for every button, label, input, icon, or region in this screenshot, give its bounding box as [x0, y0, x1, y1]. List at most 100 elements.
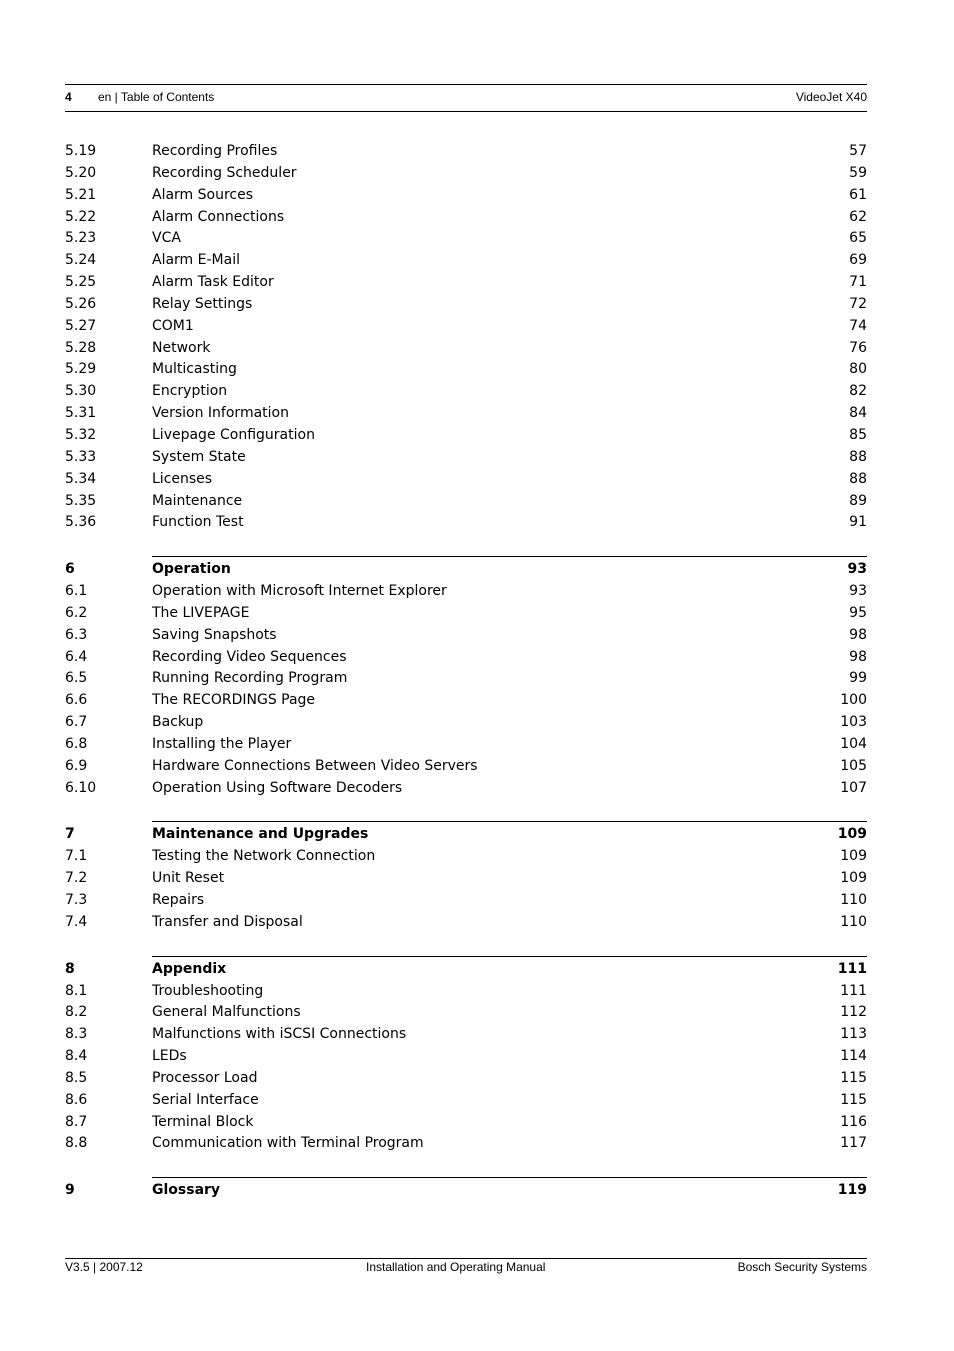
toc-entry[interactable]: 5.19 Recording Profiles 57 — [65, 141, 867, 163]
toc-entry-number: 8.3 — [65, 1026, 88, 1043]
toc-entry-page: 111 — [840, 982, 867, 999]
toc-entry-page: 82 — [849, 383, 867, 400]
toc-chapter-row[interactable]: 7 Maintenance and Upgrades 109 — [65, 824, 867, 846]
toc-entry[interactable]: 5.31 Version Information 84 — [65, 403, 867, 425]
toc-entry[interactable]: 5.35 Maintenance 89 — [65, 491, 867, 513]
toc-entry-title: System State — [152, 448, 246, 465]
toc-entry-number: 5.26 — [65, 295, 97, 312]
version-label: V3.5 | 2007.12 — [65, 1260, 143, 1274]
toc-entry-number: 5.32 — [65, 426, 97, 443]
toc-entry[interactable]: 5.26 Relay Settings 72 — [65, 294, 867, 316]
toc-entry-title: Repairs — [152, 892, 205, 908]
toc-entry-page: 85 — [849, 426, 867, 443]
toc-entry[interactable]: 5.27 COM1 74 — [65, 316, 867, 338]
toc-entry[interactable]: 5.36 Function Test 91 — [65, 512, 867, 534]
toc-entry[interactable]: 8.4 LEDs 114 — [65, 1046, 867, 1068]
toc-entry-number: 5.29 — [65, 361, 97, 378]
toc-entry[interactable]: 5.20 Recording Scheduler 59 — [65, 163, 867, 185]
toc-entry-number: 7.2 — [65, 870, 88, 887]
toc-entry[interactable]: 8.7 Terminal Block 116 — [65, 1112, 867, 1134]
toc-entry[interactable]: 5.30 Encryption 82 — [65, 381, 867, 403]
toc-entry-title: Version Information — [152, 405, 289, 422]
toc-entry[interactable]: 5.21 Alarm Sources 61 — [65, 185, 867, 207]
product-name: VideoJet X40 — [795, 90, 867, 104]
section-label: en | Table of Contents — [98, 90, 215, 104]
toc-entry-number: 6.1 — [65, 583, 88, 600]
toc-entry-page: 109 — [840, 870, 867, 887]
toc-entry-page: 110 — [840, 913, 867, 930]
toc-entry[interactable]: 7.2 Unit Reset 109 — [65, 868, 867, 890]
toc-entry[interactable]: 5.29 Multicasting 80 — [65, 359, 867, 381]
toc-entry-number: 8.7 — [65, 1113, 88, 1130]
toc-entry-title: Network — [152, 339, 211, 356]
toc-entry-number: 8.1 — [65, 982, 88, 999]
toc-entry[interactable]: 6.4 Recording Video Sequences 98 — [65, 647, 867, 669]
toc-entry-page: 71 — [849, 274, 867, 291]
toc-entry-number: 7.1 — [65, 848, 88, 865]
toc-entry[interactable]: 6.1 Operation with Microsoft Internet Exp… — [65, 581, 867, 603]
toc-entry-page: 93 — [847, 561, 867, 578]
toc-entry[interactable]: 6.7 Backup 103 — [65, 712, 867, 734]
toc-entry[interactable]: 8.8 Communication with Terminal Program 11… — [65, 1133, 867, 1155]
document-title: Installation and Operating Manual — [366, 1260, 546, 1274]
toc-chapter-row[interactable]: 9 Glossary 119 — [65, 1180, 867, 1202]
toc-entry-page: 104 — [840, 735, 867, 752]
toc-entry[interactable]: 8.1 Troubleshooting 111 — [65, 981, 867, 1003]
toc-entry-number: 5.23 — [65, 230, 97, 247]
toc-entry[interactable]: 6.8 Installing the Player 104 — [65, 734, 867, 756]
toc-entry[interactable]: 7.4 Transfer and Disposal 110 — [65, 912, 867, 934]
toc-entry[interactable]: 5.23 VCA 65 — [65, 228, 867, 250]
toc-entry-number: 5.34 — [65, 470, 97, 487]
toc-entry-page: 74 — [849, 317, 867, 334]
toc-entry[interactable]: 7.3 Repairs 110 — [65, 890, 867, 912]
toc-chapter-row[interactable]: 8 Appendix 111 — [65, 959, 867, 981]
toc-entry[interactable]: 5.24 Alarm E-Mail 69 — [65, 250, 867, 272]
toc-entry-title: Terminal Block — [152, 1113, 254, 1130]
toc-entry[interactable]: 5.25 Alarm Task Editor 71 — [65, 272, 867, 294]
toc-entry-number: 6.8 — [65, 735, 88, 752]
table-of-contents: 5.19 Recording Profiles 57 5.20 Recording Sc… — [65, 141, 867, 1202]
toc-entry-title: Malfunctions with iSCSI Connections — [152, 1026, 407, 1043]
toc-entry-page: 76 — [849, 339, 867, 356]
toc-entry-title: Unit Reset — [152, 870, 225, 887]
toc-entry-page: 115 — [840, 1069, 867, 1086]
toc-entry-title: General Malfunctions — [152, 1004, 301, 1021]
toc-entry[interactable]: 5.28 Network 76 — [65, 338, 867, 360]
toc-entry-page: 62 — [849, 208, 867, 225]
toc-entry-number: 8.6 — [65, 1091, 88, 1108]
toc-entry[interactable]: 8.6 Serial Interface 115 — [65, 1090, 867, 1112]
toc-entry[interactable]: 6.9 Hardware Connections Between Video Se… — [65, 756, 867, 778]
toc-entry[interactable]: 8.5 Processor Load 115 — [65, 1068, 867, 1090]
toc-entry-page: 57 — [849, 143, 867, 159]
toc-entry[interactable]: 6.2 The LIVEPAGE 95 — [65, 603, 867, 625]
toc-entry-page: 59 — [849, 164, 867, 181]
toc-entry-page: 109 — [840, 848, 867, 865]
toc-entry[interactable]: 5.33 System State 88 — [65, 447, 867, 469]
toc-entry-page: 117 — [840, 1135, 867, 1152]
toc-entry-title: Recording Profiles — [152, 143, 278, 159]
toc-entry[interactable]: 7.1 Testing the Network Connection 109 — [65, 846, 867, 868]
toc-entry-title: Multicasting — [152, 361, 237, 378]
toc-entry[interactable]: 6.10 Operation Using Software Decoders 107 — [65, 778, 867, 800]
toc-entry[interactable]: 6.6 The RECORDINGS Page 100 — [65, 690, 867, 712]
page-header: 4 en | Table of Contents VideoJet X40 — [65, 84, 867, 112]
toc-entry-page: 116 — [840, 1113, 867, 1130]
toc-entry[interactable]: 6.5 Running Recording Program 99 — [65, 668, 867, 690]
toc-entry[interactable]: 5.34 Licenses 88 — [65, 469, 867, 491]
toc-chapter-row[interactable]: 6 Operation 93 — [65, 559, 867, 581]
toc-entry[interactable]: 5.32 Livepage Configuration 85 — [65, 425, 867, 447]
toc-entry-number: 5.36 — [65, 514, 97, 531]
toc-entry-number: 6.4 — [65, 648, 88, 665]
toc-entry[interactable]: 8.2 General Malfunctions 112 — [65, 1002, 867, 1024]
toc-entry-title: Processor Load — [152, 1069, 258, 1086]
chapter-divider — [152, 556, 867, 558]
toc-entry-title: Operation — [152, 561, 231, 578]
toc-entry-page: 115 — [840, 1091, 867, 1108]
toc-entry-number: 5.30 — [65, 383, 97, 400]
chapter-divider — [152, 821, 867, 823]
toc-entry-page: 95 — [849, 604, 867, 621]
toc-entry[interactable]: 8.3 Malfunctions with iSCSI Connections 11… — [65, 1024, 867, 1046]
toc-entry[interactable]: 5.22 Alarm Connections 62 — [65, 207, 867, 229]
toc-entry[interactable]: 6.3 Saving Snapshots 98 — [65, 625, 867, 647]
